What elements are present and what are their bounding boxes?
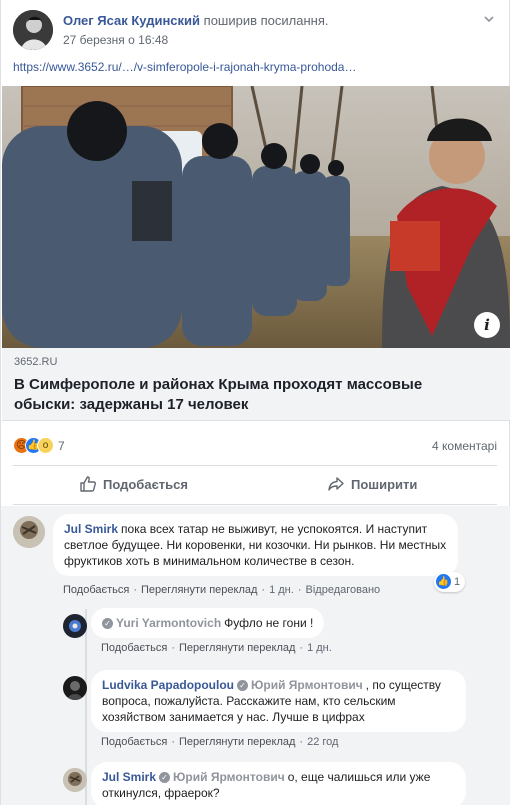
user-profile-icon: ✓ xyxy=(159,772,171,783)
like-button[interactable]: Подобається xyxy=(79,466,188,504)
link-domain: 3652.RU xyxy=(14,356,58,368)
commenter-avatar[interactable] xyxy=(13,516,45,548)
reply-text: Фуфло не гони ! xyxy=(224,616,314,630)
reply-like-link[interactable]: Подобається xyxy=(101,642,167,654)
like-icon: 👍 xyxy=(436,573,451,589)
author-avatar[interactable] xyxy=(13,10,53,50)
reply-time[interactable]: 22 год xyxy=(307,736,338,748)
reply-avatar[interactable] xyxy=(63,614,87,638)
reaction-count[interactable]: 7 xyxy=(58,439,65,453)
share-icon xyxy=(328,476,344,491)
author-line: Олег Ясак Кудинский поширив посилання. xyxy=(63,13,328,28)
share-button-label: Поширити xyxy=(351,477,418,492)
comment-bubble: Jul Smirk пока всех татар не выживут, не … xyxy=(53,514,458,576)
comment-text: пока всех татар не выживут, не успокоятс… xyxy=(64,522,447,568)
comments-count[interactable]: 4 коментарі xyxy=(432,439,497,453)
comment-actions: Подобається · Переглянути переклад · 1 дн. · В… xyxy=(63,584,381,596)
reply-mention[interactable]: Yuri Yarmontovich xyxy=(116,616,221,630)
link-title[interactable]: В Симферополе и районах Крыма проходят м… xyxy=(14,375,484,415)
reply-translate-link[interactable]: Переглянути переклад xyxy=(179,642,295,654)
thumbs-up-icon xyxy=(80,475,96,492)
comment-translate-link[interactable]: Переглянути переклад xyxy=(141,584,257,596)
comment-like-count: 1 xyxy=(454,576,461,588)
reply-bubble: Jul Smirk ✓ Юрий Ярмонтович о, еще чалишься… xyxy=(91,762,466,805)
user-profile-icon: ✓ xyxy=(102,618,113,629)
comment-like-badge[interactable]: 👍 1 xyxy=(434,572,466,592)
reply-bubble: ✓ Yuri Yarmontovich Фуфло не гони ! xyxy=(91,608,325,638)
post-timestamp[interactable]: 27 березня о 16:48 xyxy=(63,33,168,47)
link-preview-image[interactable]: i xyxy=(2,86,510,348)
comments-section: Jul Smirk пока всех татар не выживут, не … xyxy=(1,506,510,805)
reply-avatar[interactable] xyxy=(63,768,87,792)
post-link[interactable]: https://www.3652.ru/…/v-simferopole-i-ra… xyxy=(13,60,356,74)
wow-icon: o xyxy=(37,437,54,454)
post-header: Олег Ясак Кудинский поширив посилання. 2… xyxy=(13,10,497,52)
link-preview-meta[interactable]: 3652.RU В Симферополе и районах Крыма пр… xyxy=(2,348,510,421)
like-button-label: Подобається xyxy=(103,477,188,492)
reply-actions: Подобається · Переглянути переклад · 22 год xyxy=(101,736,339,748)
post-actions-bar: Подобається Поширити xyxy=(13,465,497,505)
reply-mention[interactable]: Юрий Ярмонтович xyxy=(251,678,363,692)
comment-like-link[interactable]: Подобається xyxy=(63,584,129,596)
author-action: поширив посилання. xyxy=(203,13,329,28)
user-profile-icon: ✓ xyxy=(237,680,249,691)
reactions-row[interactable]: ☹ 👍 o 7 4 коментарі xyxy=(13,436,497,456)
comment-author[interactable]: Jul Smirk xyxy=(64,522,118,536)
reply-time[interactable]: 1 дн. xyxy=(307,642,332,654)
post-card: Олег Ясак Кудинский поширив посилання. 2… xyxy=(0,0,510,805)
chevron-down-icon[interactable] xyxy=(481,12,497,28)
reply-author[interactable]: Jul Smirk xyxy=(102,770,156,784)
reply-translate-link[interactable]: Переглянути переклад xyxy=(179,736,295,748)
reply-avatar[interactable] xyxy=(63,676,87,700)
reply-actions: Подобається · Переглянути переклад · 1 дн. xyxy=(101,642,332,654)
reply-bubble: Ludvika Papadopoulou ✓ Юрий Ярмонтович, по… xyxy=(91,670,466,732)
author-name[interactable]: Олег Ясак Кудинский xyxy=(63,13,200,28)
comment-time[interactable]: 1 дн. xyxy=(269,584,294,596)
reply-mention[interactable]: Юрий Ярмонтович xyxy=(173,770,285,784)
reply-like-link[interactable]: Подобається xyxy=(101,736,167,748)
reply-author[interactable]: Ludvika Papadopoulou xyxy=(102,678,234,692)
info-icon[interactable]: i xyxy=(474,312,500,338)
comment-edited[interactable]: Відредаговано xyxy=(306,584,381,596)
share-button[interactable]: Поширити xyxy=(327,466,417,504)
